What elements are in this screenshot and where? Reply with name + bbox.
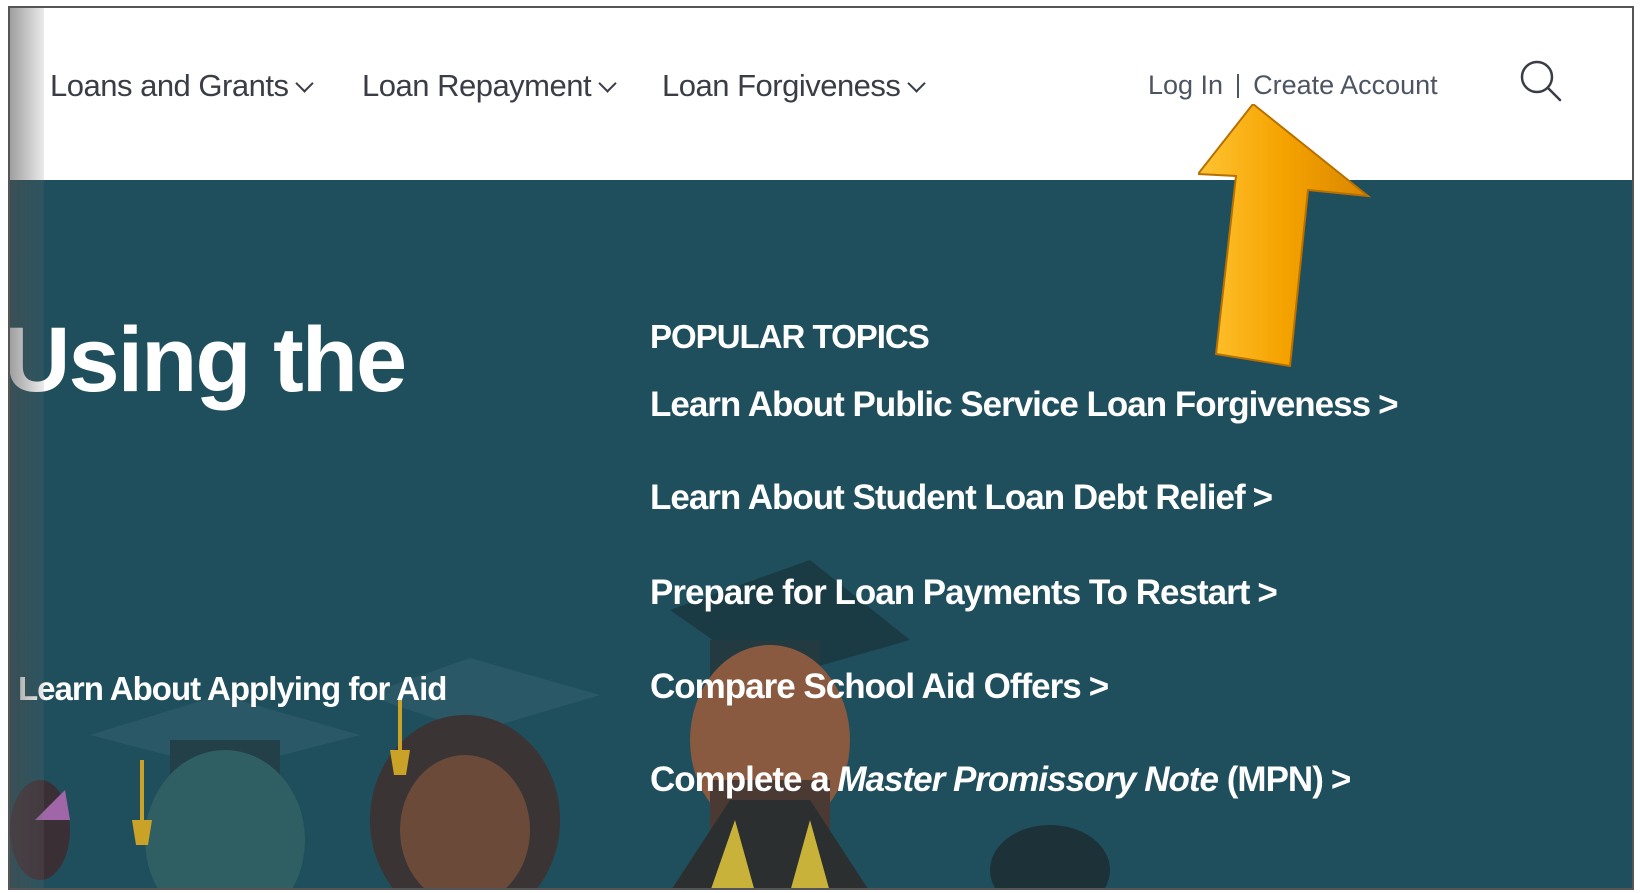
- applying-for-aid-link[interactable]: Learn About Applying for Aid: [18, 670, 447, 708]
- chevron-down-icon: [907, 73, 927, 93]
- login-link[interactable]: Log In: [1148, 70, 1223, 101]
- account-links: Log In Create Account: [1148, 70, 1438, 101]
- topic-text-post: (MPN): [1226, 760, 1324, 799]
- topic-link-mpn[interactable]: Complete a Master Promissory Note (MPN) >: [650, 760, 1351, 800]
- topic-link-debt-relief[interactable]: Learn About Student Loan Debt Relief >: [650, 478, 1273, 518]
- nav-loans-and-grants[interactable]: Loans and Grants: [50, 68, 315, 104]
- browser-frame: Loans and Grants Loan Repayment Loan For…: [8, 6, 1634, 890]
- divider: [1237, 73, 1240, 98]
- topic-link-compare-aid[interactable]: Compare School Aid Offers >: [650, 667, 1109, 707]
- topic-text: Learn About Student Loan Debt Relief: [650, 478, 1246, 517]
- topic-text-pre: Complete a: [650, 760, 830, 799]
- popular-topics-heading: POPULAR TOPICS: [650, 318, 930, 355]
- hero-section: Using the Learn About Applying for Aid P…: [10, 180, 1632, 888]
- chevron-right-icon: >: [1330, 760, 1351, 799]
- site-header: Loans and Grants Loan Repayment Loan For…: [10, 8, 1632, 180]
- topic-text: Compare School Aid Offers: [650, 667, 1082, 706]
- chevron-down-icon: [598, 73, 617, 93]
- nav-label: Loans and Grants: [50, 68, 289, 103]
- nav-loan-forgiveness[interactable]: Loan Forgiveness: [662, 68, 927, 104]
- chevron-right-icon: >: [1088, 667, 1109, 706]
- nav-label: Loan Forgiveness: [662, 68, 901, 103]
- topic-text-italic: Master Promissory Note: [837, 760, 1219, 799]
- chevron-right-icon: >: [1252, 478, 1273, 517]
- chevron-down-icon: [295, 73, 315, 93]
- chevron-right-icon: >: [1257, 573, 1277, 612]
- topic-text: Learn About Public Service Loan Forgiven…: [650, 385, 1371, 424]
- arrow-up-icon: [1198, 104, 1372, 368]
- chevron-right-icon: >: [1378, 385, 1398, 424]
- topic-link-pslf[interactable]: Learn About Public Service Loan Forgiven…: [650, 385, 1399, 425]
- create-account-link[interactable]: Create Account: [1253, 70, 1438, 101]
- search-icon: [1520, 60, 1562, 102]
- nav-loan-repayment[interactable]: Loan Repayment: [362, 68, 617, 104]
- search-button[interactable]: [1518, 58, 1564, 104]
- topic-link-payments-restart[interactable]: Prepare for Loan Payments To Restart >: [650, 573, 1278, 613]
- hero-title: Using the: [10, 309, 407, 411]
- topic-text: Prepare for Loan Payments To Restart: [650, 573, 1250, 612]
- nav-label: Loan Repayment: [362, 68, 592, 103]
- left-edge-shadow: [10, 8, 44, 888]
